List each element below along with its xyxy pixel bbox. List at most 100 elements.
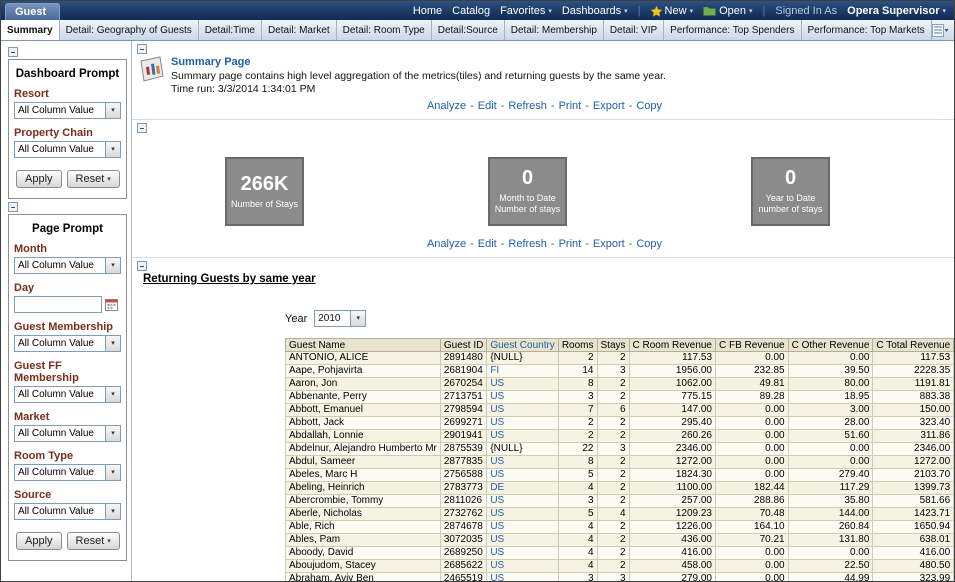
source-value: All Column Value [14, 503, 106, 520]
table-cell: 2 [558, 352, 597, 365]
open-menu[interactable]: Open▾ [703, 5, 752, 17]
tab-detail-time[interactable]: Detail:Time [199, 20, 262, 40]
table-row: Abercrombie, Tommy2811026US32257.00288.8… [286, 495, 954, 508]
page-options-icon[interactable] [932, 24, 949, 37]
room-type-select[interactable]: All Column Value▾ [14, 464, 121, 481]
table-cell: 1272.00 [873, 456, 954, 469]
table-cell: 2 [597, 352, 629, 365]
action-link-analyze[interactable]: Analyze [427, 238, 466, 250]
action-link-edit[interactable]: Edit [478, 100, 497, 112]
table-cell: 436.00 [629, 534, 715, 547]
action-link-export[interactable]: Export [593, 238, 625, 250]
home-link[interactable]: Home [413, 5, 442, 17]
action-link-edit[interactable]: Edit [478, 238, 497, 250]
action-link-print[interactable]: Print [559, 100, 582, 112]
tile-label: Year to Date number of stays [753, 193, 828, 215]
table-cell[interactable]: US [487, 573, 558, 582]
collapse-page-prompt-icon[interactable] [8, 202, 18, 212]
tab-detail-market[interactable]: Detail: Market [262, 20, 337, 40]
page-apply-button[interactable]: Apply [16, 532, 62, 550]
open-folder-icon [703, 6, 716, 16]
calendar-icon[interactable] [105, 298, 118, 311]
action-link-export[interactable]: Export [593, 100, 625, 112]
dashboards-menu[interactable]: Dashboards▾ [562, 5, 628, 17]
page-reset-button[interactable]: Reset▾ [67, 532, 120, 550]
month-select[interactable]: All Column Value▾ [14, 257, 121, 274]
collapse-returning-section-icon[interactable] [137, 261, 147, 271]
table-cell[interactable]: FI [487, 365, 558, 378]
table-cell[interactable]: US [487, 456, 558, 469]
new-menu[interactable]: New▾ [651, 5, 694, 17]
table-cell: 49.81 [716, 378, 789, 391]
dashboard-reset-button[interactable]: Reset▾ [67, 170, 120, 188]
table-cell[interactable]: DE [487, 482, 558, 495]
table-cell[interactable]: US [487, 521, 558, 534]
metric-tile-number-of-stays: 266KNumber of Stays [225, 157, 304, 226]
action-link-refresh[interactable]: Refresh [508, 100, 547, 112]
source-select[interactable]: All Column Value▾ [14, 503, 121, 520]
table-cell[interactable]: US [487, 404, 558, 417]
col-header-rooms[interactable]: Rooms [558, 339, 597, 352]
table-cell: 775.15 [629, 391, 715, 404]
col-header-guest-id[interactable]: Guest ID [440, 339, 486, 352]
caret-down-icon: ▾ [106, 102, 121, 119]
col-header-c-room-revenue[interactable]: C Room Revenue [629, 339, 715, 352]
tabstrip-icons: ? [932, 20, 955, 40]
table-cell: 2699271 [440, 417, 486, 430]
collapse-tiles-section-icon[interactable] [137, 123, 147, 133]
tab-detail-source[interactable]: Detail:Source [432, 20, 505, 40]
tab-detail-geography-of-guests[interactable]: Detail: Geography of Guests [60, 20, 199, 40]
tab-summary[interactable]: Summary [1, 20, 60, 40]
table-cell: 4 [558, 482, 597, 495]
dashboard-apply-button[interactable]: Apply [16, 170, 62, 188]
resort-select[interactable]: All Column Value▾ [14, 102, 121, 119]
favorites-menu[interactable]: Favorites▾ [500, 5, 552, 17]
guest-membership-select[interactable]: All Column Value▾ [14, 335, 121, 352]
table-cell[interactable]: US [487, 534, 558, 547]
col-header-c-fb-revenue[interactable]: C FB Revenue [716, 339, 789, 352]
tab-detail-room-type[interactable]: Detail: Room Type [337, 20, 432, 40]
col-header-c-other-revenue[interactable]: C Other Revenue [788, 339, 873, 352]
table-cell: Abeles, Marc H [286, 469, 441, 482]
day-input[interactable] [14, 296, 102, 313]
tab-performance-top-spenders[interactable]: Performance: Top Spenders [664, 20, 801, 40]
tab-detail-vip[interactable]: Detail: VIP [604, 20, 664, 40]
table-cell: 0.00 [716, 456, 789, 469]
col-header-c-total-revenue[interactable]: C Total Revenue [873, 339, 954, 352]
action-link-analyze[interactable]: Analyze [427, 100, 466, 112]
guest-ff-membership-select[interactable]: All Column Value▾ [14, 386, 121, 403]
table-row: Abdul, Sameer2877835US821272.000.000.001… [286, 456, 954, 469]
col-header-guest-name[interactable]: Guest Name [286, 339, 441, 352]
table-cell[interactable]: US [487, 508, 558, 521]
link-separator: - [501, 238, 505, 250]
action-link-copy[interactable]: Copy [636, 238, 662, 250]
property-chain-select[interactable]: All Column Value▾ [14, 141, 121, 158]
caret-down-icon: ▾ [690, 7, 694, 15]
table-cell[interactable]: US [487, 495, 558, 508]
col-header-stays[interactable]: Stays [597, 339, 629, 352]
table-cell: 147.00 [629, 404, 715, 417]
table-cell[interactable]: US [487, 560, 558, 573]
table-cell: 2 [597, 482, 629, 495]
catalog-link[interactable]: Catalog [452, 5, 490, 17]
collapse-summary-section-icon[interactable] [137, 44, 147, 54]
table-cell[interactable]: US [487, 469, 558, 482]
col-header-guest-country[interactable]: Guest Country [487, 339, 558, 352]
year-select[interactable]: 2010 ▾ [314, 310, 366, 327]
table-body: ANTONIO, ALICE2891480{NULL}22117.530.000… [286, 352, 954, 582]
caret-down-icon: ▾ [351, 310, 366, 327]
table-cell[interactable]: US [487, 547, 558, 560]
action-link-copy[interactable]: Copy [636, 100, 662, 112]
action-link-refresh[interactable]: Refresh [508, 238, 547, 250]
market-select[interactable]: All Column Value▾ [14, 425, 121, 442]
collapse-dashboard-prompt-icon[interactable] [8, 47, 18, 57]
action-link-print[interactable]: Print [559, 238, 582, 250]
tab-performance-top-markets[interactable]: Performance: Top Markets [802, 20, 932, 40]
table-cell[interactable]: US [487, 378, 558, 391]
table-cell[interactable]: US [487, 391, 558, 404]
tab-detail-membership[interactable]: Detail: Membership [505, 20, 604, 40]
user-menu[interactable]: Opera Supervisor▾ [847, 5, 946, 17]
dashboard-title-tab[interactable]: Guest [5, 3, 60, 20]
table-cell[interactable]: US [487, 417, 558, 430]
table-cell[interactable]: US [487, 430, 558, 443]
